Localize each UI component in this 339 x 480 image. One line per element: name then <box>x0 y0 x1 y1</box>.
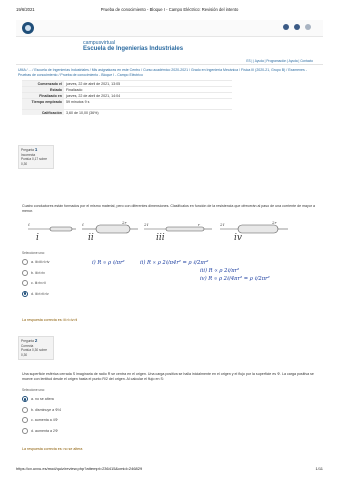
option-label: d. iii>i>ii>iv <box>31 291 49 296</box>
question-number: 1 <box>34 147 38 152</box>
question-label: Pregunta <box>21 148 34 152</box>
correct-answer-feedback: La respuesta correcta es: no se altera <box>22 447 83 451</box>
radio-button[interactable] <box>22 406 28 413</box>
breadcrumb[interactable]: UMA / ... / Escuela de Ingenierías Indus… <box>18 68 318 79</box>
question-info: Pregunta 2 Correcta Puntúa 0,30 sobre 0,… <box>18 336 54 361</box>
question-text: Cuatro conductores están formados por el… <box>22 204 316 213</box>
print-title: Prueba de conocimiento - Bloque I - Camp… <box>100 7 239 12</box>
question-number: 2 <box>34 338 38 343</box>
top-bar <box>16 20 323 37</box>
option-label: d. aumenta a 2Φ <box>31 428 58 433</box>
correct-answer-feedback: La respuesta correcta es: iii>i=iv>ii <box>22 318 78 322</box>
answer-option[interactable]: b. disminuye a Φ/4 <box>22 405 142 416</box>
option-label: a. iii=iii>i>iv <box>31 260 50 265</box>
handwritten-note: iii) R ∝ ρ 2ℓ/πr² <box>200 268 240 274</box>
notifications-icon[interactable] <box>283 24 289 30</box>
university-logo[interactable] <box>22 22 34 34</box>
answer-option[interactable]: a. iii=iii>i>iv <box>22 257 142 268</box>
conductor-label: ii <box>88 233 94 243</box>
radio-button[interactable] <box>22 417 28 424</box>
conductor-label: iii <box>156 233 165 243</box>
radio-button[interactable] <box>22 396 28 403</box>
dim-label: 2ℓ <box>144 222 149 227</box>
divider <box>16 64 323 65</box>
site-branding: campusvirtual Escuela de Ingenierías Ind… <box>83 40 183 52</box>
top-icons <box>283 24 311 30</box>
option-label: b. disminuye a Φ/4 <box>31 407 62 412</box>
answer-option[interactable]: d. iii>i>ii>iv <box>22 289 142 300</box>
option-label: c. aumenta a 4Φ <box>31 418 58 423</box>
dim-label: r <box>198 222 200 227</box>
option-label: b. iii>i>iv <box>31 270 45 275</box>
answer-option[interactable]: b. iii>i>iv <box>22 268 142 279</box>
utility-links[interactable]: ES | | Ayuda | Programación | Ayuda | Co… <box>246 59 313 63</box>
summary-value: 3,60 de 10,00 (36%) <box>64 109 232 116</box>
dim-label: 2r <box>122 220 127 225</box>
summary-value: 59 minutos 9 s <box>64 98 232 110</box>
answer-option[interactable]: a. no se altera <box>22 394 142 405</box>
question-text: Una superficie esférica cerrada S imagin… <box>22 372 314 381</box>
radio-button[interactable] <box>22 427 28 434</box>
dim-label: 2r <box>272 220 277 225</box>
conductor-label: i <box>36 233 39 243</box>
dim-label: ℓ <box>82 222 84 227</box>
radio-button[interactable] <box>22 280 28 287</box>
question-score: Puntúa 0,17 sobre 0,30 <box>21 157 48 166</box>
question-label: Pregunta <box>21 339 34 343</box>
radio-button[interactable] <box>22 290 28 297</box>
option-label: c. iii>iv>ii <box>31 281 46 286</box>
question-options: Seleccione una: a. no se altera b. dismi… <box>22 388 142 436</box>
handwritten-note: ii) R ∝ ρ 2ℓ/π4r² = ρ ℓ/2πr² <box>140 260 209 266</box>
conductor-diagram: ℓ ℓ 2r 2ℓ r 2ℓ 2r i ii iii iv <box>26 217 296 247</box>
messages-icon[interactable] <box>294 24 300 30</box>
radio-button[interactable] <box>22 269 28 276</box>
dim-label: ℓ <box>28 222 30 227</box>
answer-option[interactable]: d. aumenta a 2Φ <box>22 426 142 437</box>
school-name[interactable]: Escuela de Ingenierías Industriales <box>83 46 183 52</box>
summary-key: Calificación <box>22 109 64 116</box>
dim-label: 2ℓ <box>220 222 225 227</box>
print-page-number: 1/11 <box>315 466 324 471</box>
print-url: https://cv.uvvu.es/mod/quiz/review.php?a… <box>16 466 143 471</box>
print-footer: https://cv.uvvu.es/mod/quiz/review.php?a… <box>16 466 323 471</box>
question-score: Puntúa 0,30 sobre 0,30 <box>21 348 48 357</box>
conductor-label: iv <box>234 233 242 243</box>
question-info: Pregunta 1 Incorrecta Puntúa 0,17 sobre … <box>18 145 54 170</box>
answer-option[interactable]: c. aumenta a 4Φ <box>22 415 142 426</box>
option-label: a. no se altera <box>31 397 54 402</box>
answer-option[interactable]: c. iii>iv>ii <box>22 278 142 289</box>
summary-key: Tiempo empleado <box>22 98 64 110</box>
print-header: 19/6/2021 Prueba de conocimiento - Bloqu… <box>16 7 323 15</box>
attempt-summary-table: Comenzado el jueves, 22 de abril de 2021,… <box>22 79 232 116</box>
question-options: Seleccione una: a. iii=iii>i>iv b. iii>i… <box>22 251 142 299</box>
user-avatar-icon[interactable] <box>305 24 311 30</box>
handwritten-note: iv) R ∝ ρ 2ℓ/4πr² = ρ ℓ/2πr² <box>200 276 270 282</box>
radio-button[interactable] <box>22 259 28 266</box>
